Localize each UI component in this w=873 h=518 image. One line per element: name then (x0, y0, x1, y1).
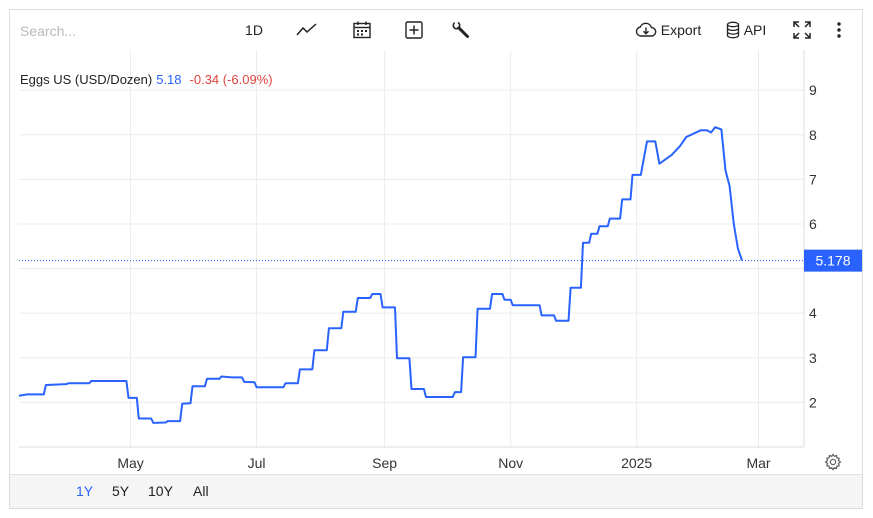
x-tick-label: May (117, 455, 143, 471)
x-tick-label: Nov (498, 455, 523, 471)
legend-change: -0.34 (-6.09%) (189, 72, 273, 87)
legend-value: 5.18 (156, 72, 182, 87)
chart-settings-button[interactable] (824, 453, 842, 476)
chart-legend: Eggs US (USD/Dozen) 5.18 -0.34 (-6.09%) (20, 72, 273, 87)
y-tick-label: 6 (809, 216, 817, 232)
last-value-label: 5.178 (815, 253, 850, 269)
price-series-line (18, 126, 743, 424)
range-10y[interactable]: 10Y (148, 483, 173, 499)
range-1y[interactable]: 1Y (76, 483, 93, 499)
x-tick-label: Sep (372, 455, 397, 471)
y-tick-label: 3 (809, 350, 817, 366)
y-tick-label: 2 (809, 394, 817, 410)
x-tick-label: Jul (248, 455, 266, 471)
x-tick-label: Mar (746, 455, 770, 471)
y-tick-label: 7 (809, 171, 817, 187)
chart-widget: 1D (9, 9, 863, 509)
y-tick-label: 4 (809, 305, 817, 321)
range-5y[interactable]: 5Y (112, 483, 129, 499)
range-selector: 1Y 5Y 10Y All (10, 474, 862, 508)
y-tick-label: 9 (809, 82, 817, 98)
x-tick-label: 2025 (621, 455, 652, 471)
y-tick-label: 8 (809, 127, 817, 143)
gear-icon (824, 453, 842, 471)
legend-series-name: Eggs US (USD/Dozen) (20, 72, 153, 87)
range-all[interactable]: All (193, 483, 209, 499)
